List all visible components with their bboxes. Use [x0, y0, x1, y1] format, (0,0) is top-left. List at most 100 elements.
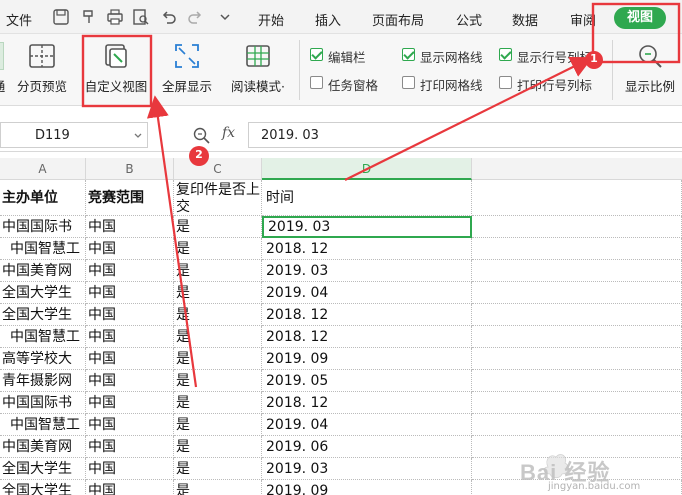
cell-date[interactable]: 2019. 05	[262, 370, 472, 392]
zoom-search-icon[interactable]	[192, 126, 212, 144]
column-header-b[interactable]: B	[86, 158, 174, 180]
cell-date[interactable]: 2019. 06	[262, 436, 472, 458]
cell-date[interactable]: 2018. 12	[262, 392, 472, 414]
cell-organizer[interactable]: 全国大学生	[0, 458, 86, 480]
cell-blank[interactable]	[472, 348, 682, 370]
cell-copy-submitted[interactable]: 是	[174, 436, 262, 458]
custom-view-button[interactable]: 自定义视图	[80, 34, 152, 106]
cell-organizer[interactable]: 全国大学生	[0, 480, 86, 495]
print-icon[interactable]	[106, 8, 124, 26]
chevron-down-icon[interactable]	[133, 131, 143, 141]
cell-copy-submitted[interactable]: 是	[174, 458, 262, 480]
cell-date[interactable]: 2019. 09	[262, 348, 472, 370]
show-gridlines-toggle[interactable]: 显示网格线	[402, 46, 498, 65]
name-box[interactable]: D119	[0, 122, 148, 148]
cell-copy-submitted[interactable]: 是	[174, 392, 262, 414]
tab-view[interactable]: 视图	[614, 7, 666, 29]
tab-formulas[interactable]: 公式	[456, 10, 482, 29]
cell-organizer[interactable]: 高等学校大	[0, 348, 86, 370]
cell-organizer[interactable]: 中国智慧工	[0, 238, 86, 260]
cell-date[interactable]: 2019. 09	[262, 480, 472, 495]
cell-organizer[interactable]: 中国美育网	[0, 436, 86, 458]
cell-date[interactable]: 2019. 03	[262, 260, 472, 282]
cell-organizer[interactable]: 青年摄影网	[0, 370, 86, 392]
full-screen-button[interactable]: 全屏显示	[156, 34, 218, 106]
cell-date[interactable]: 时间	[262, 180, 472, 216]
cell-date[interactable]: 2018. 12	[262, 326, 472, 348]
cell-blank[interactable]	[472, 370, 682, 392]
cell-scope[interactable]: 竞赛范围	[86, 180, 174, 216]
cell-organizer[interactable]: 中国国际书	[0, 216, 86, 238]
cell-copy-submitted[interactable]: 是	[174, 238, 262, 260]
print-headings-toggle[interactable]: 打印行号列标	[499, 74, 607, 93]
format-painter-icon[interactable]	[80, 8, 98, 26]
formula-input[interactable]: 2019. 03	[248, 122, 682, 148]
cell-blank[interactable]	[472, 392, 682, 414]
cell-organizer[interactable]: 主办单位	[0, 180, 86, 216]
print-gridlines-toggle[interactable]: 打印网格线	[402, 74, 498, 93]
cell-scope[interactable]: 中国	[86, 216, 174, 238]
cell-scope[interactable]: 中国	[86, 480, 174, 495]
formula-bar-toggle[interactable]: 编辑栏	[310, 46, 390, 65]
cell-blank[interactable]	[472, 260, 682, 282]
cell-date[interactable]: 2019. 03	[262, 458, 472, 480]
cell-copy-submitted[interactable]: 是	[174, 414, 262, 436]
tab-data[interactable]: 数据	[512, 10, 538, 29]
cell-organizer[interactable]: 中国智慧工	[0, 414, 86, 436]
cell-copy-submitted[interactable]: 是	[174, 480, 262, 495]
fx-icon[interactable]: fx	[222, 125, 235, 141]
cell-scope[interactable]: 中国	[86, 436, 174, 458]
cell-date[interactable]: 2019. 04	[262, 282, 472, 304]
cell-copy-submitted[interactable]: 是	[174, 370, 262, 392]
cell-scope[interactable]: 中国	[86, 260, 174, 282]
print-preview-icon[interactable]	[132, 8, 150, 26]
column-header-d[interactable]: D	[262, 158, 472, 180]
task-pane-toggle[interactable]: 任务窗格	[310, 74, 390, 93]
save-icon[interactable]	[52, 8, 70, 26]
cell-date[interactable]: 2018. 12	[262, 238, 472, 260]
tab-review[interactable]: 审阅	[570, 10, 596, 29]
cell-scope[interactable]: 中国	[86, 282, 174, 304]
cell-scope[interactable]: 中国	[86, 392, 174, 414]
cell-organizer[interactable]: 中国美育网	[0, 260, 86, 282]
cell-blank[interactable]	[472, 282, 682, 304]
chevron-down-icon[interactable]	[216, 8, 234, 26]
zoom-button[interactable]: 显示比例	[618, 34, 682, 106]
tab-home[interactable]: 开始	[258, 10, 284, 29]
page-break-preview-button[interactable]: 分页预览	[10, 34, 74, 106]
cell-scope[interactable]: 中国	[86, 304, 174, 326]
cell-blank[interactable]	[472, 414, 682, 436]
cell-copy-submitted[interactable]: 是	[174, 260, 262, 282]
column-header-c[interactable]: C	[174, 158, 262, 180]
cell-copy-submitted[interactable]: 是	[174, 216, 262, 238]
cell-scope[interactable]: 中国	[86, 238, 174, 260]
cell-date[interactable]: 2018. 12	[262, 304, 472, 326]
cell-blank[interactable]	[472, 326, 682, 348]
tab-insert[interactable]: 插入	[315, 10, 341, 29]
redo-icon[interactable]	[186, 8, 204, 26]
undo-icon[interactable]	[160, 8, 178, 26]
cell-copy-submitted[interactable]: 是	[174, 348, 262, 370]
selected-cell-d119[interactable]: 2019. 03	[262, 216, 472, 238]
cell-blank[interactable]	[472, 304, 682, 326]
cell-date[interactable]: 2019. 04	[262, 414, 472, 436]
cell-organizer[interactable]: 中国智慧工	[0, 326, 86, 348]
menu-file[interactable]: 文件	[6, 10, 32, 29]
cell-scope[interactable]: 中国	[86, 326, 174, 348]
cell-organizer[interactable]: 中国国际书	[0, 392, 86, 414]
tab-page-layout[interactable]: 页面布局	[372, 10, 424, 29]
cell-blank[interactable]	[472, 238, 682, 260]
cell-scope[interactable]: 中国	[86, 414, 174, 436]
cell-scope[interactable]: 中国	[86, 458, 174, 480]
cell-organizer[interactable]: 全国大学生	[0, 304, 86, 326]
cell-organizer[interactable]: 全国大学生	[0, 282, 86, 304]
cell-copy-submitted[interactable]: 是	[174, 282, 262, 304]
cell-copy-submitted[interactable]: 复印件是否上交	[174, 180, 262, 216]
cell-scope[interactable]: 中国	[86, 370, 174, 392]
cell-copy-submitted[interactable]: 是	[174, 304, 262, 326]
cell-scope[interactable]: 中国	[86, 348, 174, 370]
cell-blank[interactable]	[472, 216, 682, 238]
reading-mode-button[interactable]: 阅读模式·	[224, 34, 292, 106]
column-header-a[interactable]: A	[0, 158, 86, 180]
normal-view-button[interactable]: 通	[0, 34, 8, 106]
